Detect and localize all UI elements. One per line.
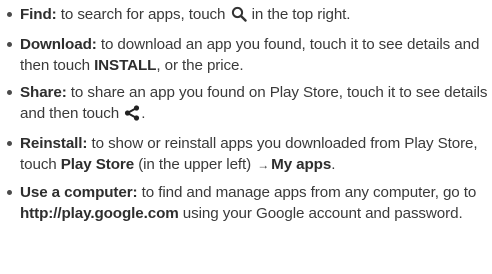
list-item-reinstall: Reinstall: to show or reinstall apps you… <box>6 133 492 176</box>
list-item-find: Find: to search for apps, touch in the t… <box>6 4 492 28</box>
find-text-after: in the top right. <box>247 6 351 23</box>
play-store-label: Play Store <box>60 156 135 173</box>
use-computer-text-before: to find and manage apps from any compute… <box>137 184 477 201</box>
reinstall-text-middle: (in the upper left) <box>134 156 256 173</box>
list-item-download: Download: to download an app you found, … <box>6 34 492 76</box>
find-text-before: to search for apps, touch <box>56 6 230 23</box>
instruction-list: Find: to search for apps, touch in the t… <box>0 0 492 224</box>
find-term: Find: <box>20 6 57 23</box>
share-text-after: . <box>141 105 146 122</box>
download-term: Download: <box>20 36 97 53</box>
share-term: Share: <box>20 84 67 101</box>
download-text-after: , or the price. <box>156 57 244 74</box>
my-apps-label: My apps <box>271 156 332 173</box>
use-computer-text-after: using your Google account and password. <box>178 205 463 222</box>
search-icon <box>231 6 247 28</box>
reinstall-term: Reinstall: <box>20 135 88 152</box>
install-label: INSTALL <box>94 57 157 74</box>
use-computer-term: Use a computer: <box>20 184 138 201</box>
play-google-url: http://play.google.com <box>20 205 179 222</box>
reinstall-text-after: . <box>331 156 336 173</box>
share-text-before: to share an app you found on Play Store,… <box>20 84 488 122</box>
list-item-share: Share: to share an app you found on Play… <box>6 82 492 127</box>
arrow-right-icon: → <box>257 158 270 172</box>
share-icon <box>124 105 140 127</box>
list-item-use-computer: Use a computer: to find and manage apps … <box>6 182 492 224</box>
